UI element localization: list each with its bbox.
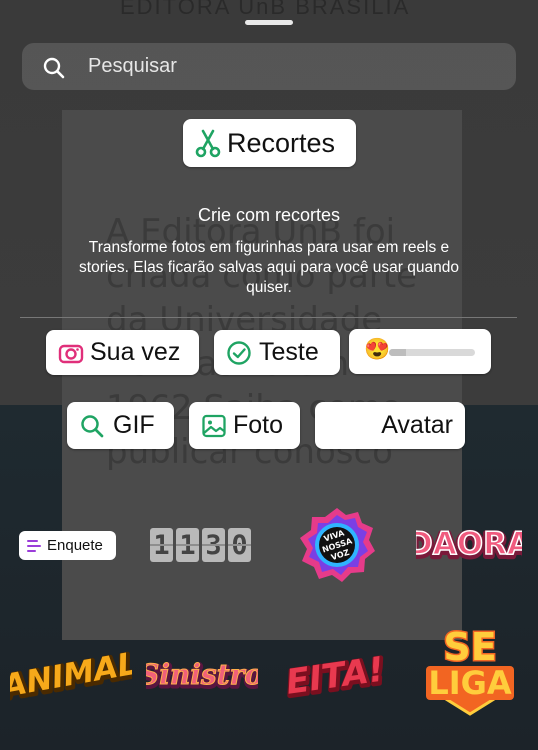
emoji-slider-track[interactable] — [389, 349, 475, 356]
poll-sticker[interactable]: Enquete — [19, 531, 116, 560]
sinistro-sticker[interactable]: Sinistro Sinistro — [146, 650, 258, 702]
camera-icon — [58, 344, 84, 363]
cutouts-description: Transforme fotos em figurinhas para usar… — [79, 239, 459, 296]
cutouts-button-label: Recortes — [227, 127, 336, 158]
emoji-slider-sticker[interactable]: 😍 — [349, 329, 491, 374]
your-turn-sticker[interactable]: Sua vez — [46, 330, 199, 375]
divider — [20, 317, 517, 318]
countdown-digit: 3 — [202, 528, 225, 562]
svg-text:Sinistro: Sinistro — [146, 658, 258, 691]
emoji-slider-fill — [389, 349, 407, 356]
avatar-sticker[interactable]: Avatar — [315, 402, 465, 449]
photo-label: Foto — [233, 411, 284, 439]
test-sticker[interactable]: Teste — [214, 330, 340, 375]
eita-sticker[interactable]: EITA! EITA! — [282, 645, 390, 707]
list-icon — [27, 539, 41, 552]
viva-nossa-voz-sticker[interactable]: VIVA NOSSA VOZ — [298, 505, 376, 585]
svg-text:LIGA: LIGA — [428, 664, 512, 702]
gif-label: GIF — [113, 411, 155, 439]
svg-text:DAORA: DAORA — [416, 526, 522, 562]
sheet-drag-handle[interactable] — [245, 20, 293, 25]
cutouts-title: Crie com recortes — [197, 205, 341, 225]
countdown-digit: 1 — [176, 528, 199, 562]
svg-text:EITA!: EITA! — [284, 649, 387, 702]
poll-label: Enquete — [47, 537, 103, 554]
countdown-digit: 1 — [150, 528, 173, 562]
scissors-icon — [195, 129, 221, 158]
se-liga-sticker[interactable]: SE LIGA — [420, 622, 520, 728]
image-icon — [202, 414, 226, 437]
avatar-label: Avatar — [381, 411, 453, 439]
check-circle-icon — [227, 340, 251, 365]
test-label: Teste — [259, 338, 319, 366]
svg-text:SE: SE — [443, 625, 496, 669]
heart-eyes-emoji-icon: 😍 — [364, 338, 391, 361]
gif-sticker[interactable]: GIF — [67, 402, 174, 449]
background-top-text: EDITORA UnB BRASILIA — [120, 0, 411, 19]
cutouts-button[interactable]: Recortes — [183, 119, 356, 167]
svg-text:ANIMAL: ANIMAL — [10, 646, 132, 706]
search-icon — [43, 57, 65, 79]
photo-sticker[interactable]: Foto — [189, 402, 300, 449]
countdown-digit: 0 — [228, 528, 251, 562]
countdown-sticker[interactable]: 1 1 3 0 — [150, 528, 251, 562]
search-icon — [81, 414, 104, 437]
animal-sticker[interactable]: ANIMAL ANIMAL — [10, 640, 132, 710]
daora-sticker[interactable]: DAORA DAORA — [416, 520, 522, 568]
search-input[interactable]: Pesquisar — [88, 55, 177, 78]
your-turn-label: Sua vez — [90, 338, 181, 366]
